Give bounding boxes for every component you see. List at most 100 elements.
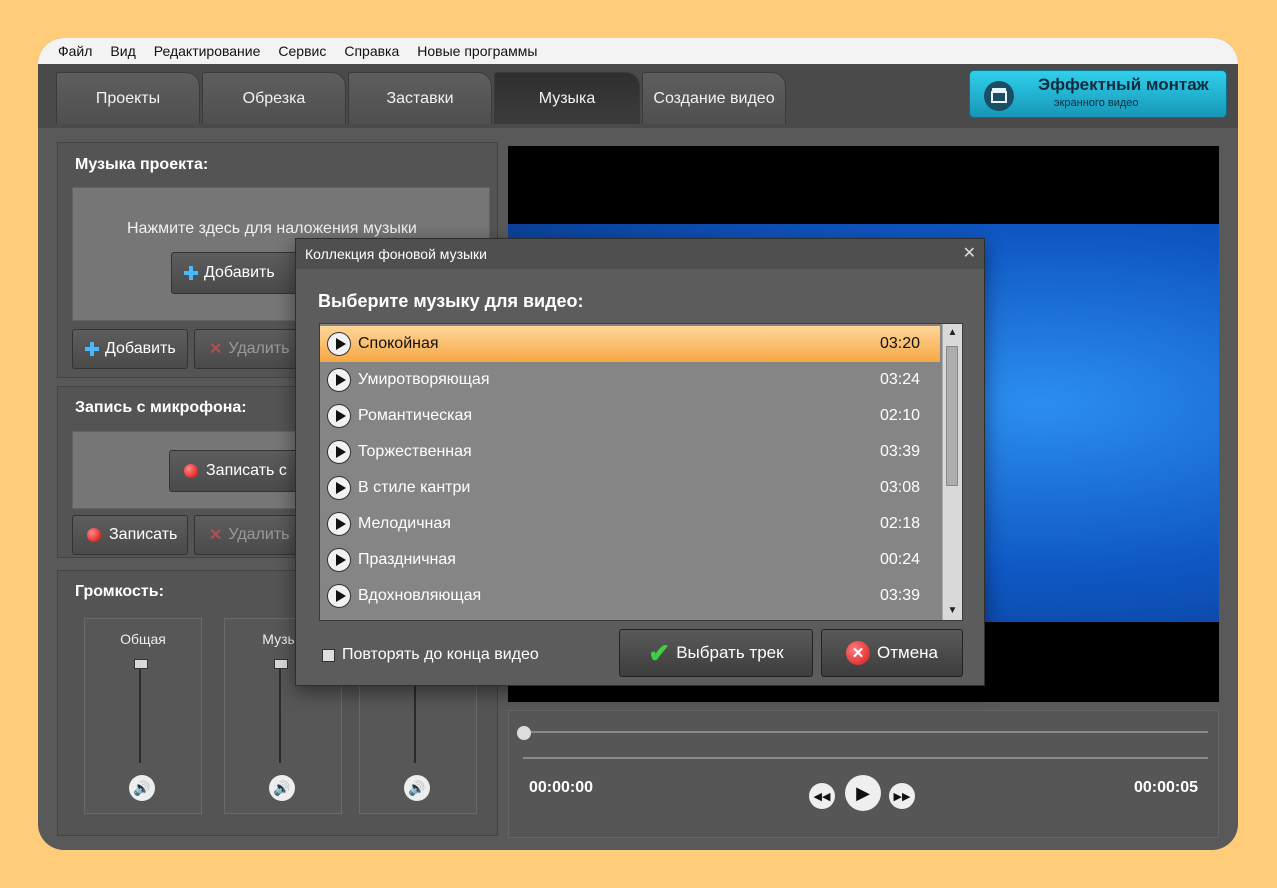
cancel-icon: ✕ bbox=[846, 641, 870, 665]
speaker-icon[interactable]: 🔊 bbox=[269, 775, 295, 801]
record-button[interactable]: Записать bbox=[72, 515, 188, 555]
menu-help[interactable]: Справка bbox=[344, 43, 399, 59]
close-icon: ✕ bbox=[209, 527, 223, 544]
checkbox-box[interactable] bbox=[322, 648, 335, 662]
previous-icon[interactable]: ◀◀ bbox=[809, 783, 835, 809]
mic-record-title: Запись с микрофона: bbox=[75, 399, 247, 416]
menu-file[interactable]: Файл bbox=[58, 43, 92, 59]
track-duration: 03:08 bbox=[879, 479, 920, 496]
delete-music-button[interactable]: ✕ Удалить bbox=[194, 329, 298, 369]
close-icon: ✕ bbox=[209, 341, 223, 358]
promo-subtitle: экранного видео bbox=[1054, 97, 1139, 109]
track-row[interactable]: Романтическая 02:10 bbox=[320, 398, 940, 434]
track-name: В стиле кантри bbox=[358, 479, 471, 496]
play-icon[interactable] bbox=[327, 512, 351, 536]
timeline-playhead[interactable] bbox=[517, 726, 531, 740]
tab-create-video[interactable]: Создание видео bbox=[642, 72, 786, 124]
select-track-label: Выбрать трек bbox=[676, 643, 784, 662]
menu-bar: Файл Вид Редактирование Сервис Справка Н… bbox=[38, 38, 1238, 64]
plus-icon bbox=[184, 266, 198, 280]
record-icon bbox=[87, 528, 101, 542]
play-icon[interactable] bbox=[327, 476, 351, 500]
tab-intros[interactable]: Заставки bbox=[348, 72, 492, 124]
track-row[interactable]: Торжественная 03:39 bbox=[320, 434, 940, 470]
timeline-track[interactable] bbox=[523, 731, 1208, 733]
track-name: Спокойная bbox=[358, 335, 439, 352]
speaker-icon[interactable]: 🔊 bbox=[129, 775, 155, 801]
promo-banner-button[interactable]: Эффектный монтаж экранного видео bbox=[969, 70, 1227, 118]
dialog-heading: Выберите музыку для видео: bbox=[318, 291, 584, 311]
track-duration: 02:10 bbox=[879, 407, 920, 424]
current-time: 00:00:00 bbox=[529, 779, 594, 796]
volume-slider-track bbox=[139, 665, 141, 763]
track-name: Торжественная bbox=[358, 443, 472, 460]
speaker-icon[interactable]: 🔊 bbox=[404, 775, 430, 801]
play-icon[interactable] bbox=[327, 332, 351, 356]
track-duration: 03:39 bbox=[879, 587, 920, 604]
track-row[interactable]: Праздничная 00:24 bbox=[320, 542, 940, 578]
track-duration: 03:20 bbox=[879, 335, 920, 352]
total-time: 00:00:05 bbox=[1133, 779, 1198, 796]
play-icon[interactable] bbox=[327, 548, 351, 572]
project-music-title: Музыка проекта: bbox=[75, 156, 209, 173]
delete-record-button[interactable]: ✕ Удалить bbox=[194, 515, 298, 555]
scrollbar-thumb[interactable] bbox=[946, 346, 958, 486]
play-icon[interactable] bbox=[327, 368, 351, 392]
cancel-button[interactable]: ✕ Отмена bbox=[821, 629, 963, 677]
menu-new-programs[interactable]: Новые программы bbox=[417, 43, 537, 59]
select-track-button[interactable]: ✔ Выбрать трек bbox=[619, 629, 813, 677]
cancel-label: Отмена bbox=[877, 643, 938, 662]
track-row[interactable]: Умиротворяющая 03:24 bbox=[320, 362, 940, 398]
tab-music[interactable]: Музыка bbox=[494, 72, 640, 124]
delete-music-label: Удалить bbox=[228, 340, 290, 357]
volume-title: Громкость: bbox=[75, 583, 164, 600]
track-row[interactable]: В стиле кантри 03:08 bbox=[320, 470, 940, 506]
delete-record-label: Удалить bbox=[228, 526, 290, 543]
track-list-scrollbar[interactable]: ▲ ▼ bbox=[942, 324, 962, 620]
record-inner-label: Записать с bbox=[206, 462, 287, 479]
dialog-title: Коллекция фоновой музыки bbox=[305, 246, 487, 262]
track-duration: 00:24 bbox=[879, 551, 920, 568]
tab-trim[interactable]: Обрезка bbox=[202, 72, 346, 124]
play-icon[interactable] bbox=[327, 440, 351, 464]
menu-view[interactable]: Вид bbox=[110, 43, 135, 59]
track-duration: 02:18 bbox=[879, 515, 920, 532]
next-icon[interactable]: ▶▶ bbox=[889, 783, 915, 809]
scroll-up-icon[interactable]: ▲ bbox=[943, 324, 962, 342]
volume-slider-handle[interactable] bbox=[134, 659, 148, 669]
track-row[interactable]: Мелодичная 02:18 bbox=[320, 506, 940, 542]
add-music-inner-button[interactable]: Добавить bbox=[171, 252, 301, 294]
menu-edit[interactable]: Редактирование bbox=[154, 43, 261, 59]
checkmark-icon: ✔ bbox=[648, 637, 671, 668]
add-music-button[interactable]: Добавить bbox=[72, 329, 188, 369]
promo-title: Эффектный монтаж bbox=[1038, 75, 1209, 94]
record-icon bbox=[184, 464, 198, 478]
menu-service[interactable]: Сервис bbox=[278, 43, 326, 59]
track-name: Мелодичная bbox=[358, 515, 451, 532]
track-name: Вдохновляющая bbox=[358, 587, 482, 604]
repeat-label: Повторять до конца видео bbox=[342, 646, 539, 663]
track-name: Романтическая bbox=[358, 407, 473, 424]
music-collection-dialog: Коллекция фоновой музыки ✕ Выберите музы… bbox=[295, 238, 985, 686]
repeat-checkbox[interactable]: Повторять до конца видео bbox=[322, 646, 539, 664]
volume-slider-handle[interactable] bbox=[274, 659, 288, 669]
record-label: Записать bbox=[109, 526, 178, 543]
play-icon[interactable] bbox=[327, 584, 351, 608]
track-list: Спокойная 03:20 Умиротворяющая 03:24 Ром… bbox=[319, 323, 963, 621]
track-row[interactable]: Вдохновляющая 03:39 bbox=[320, 578, 940, 614]
play-icon[interactable] bbox=[327, 404, 351, 428]
playback-timeline: 00:00:00 00:00:05 ◀◀ ▶ ▶▶ bbox=[508, 710, 1219, 838]
track-row[interactable]: Спокойная 03:20 bbox=[320, 326, 940, 362]
clapperboard-icon bbox=[984, 81, 1014, 111]
timeline-divider bbox=[523, 757, 1208, 759]
volume-slider-track bbox=[279, 665, 281, 763]
volume-general-label: Общая bbox=[120, 631, 166, 647]
scroll-down-icon[interactable]: ▼ bbox=[943, 602, 962, 620]
plus-icon bbox=[85, 342, 99, 356]
tab-projects[interactable]: Проекты bbox=[56, 72, 200, 124]
volume-column-general: Общая 🔊 bbox=[84, 618, 202, 814]
music-drop-hint: Нажмите здесь для наложения музыки bbox=[127, 220, 417, 237]
track-name: Праздничная bbox=[358, 551, 456, 568]
play-icon[interactable]: ▶ bbox=[845, 775, 881, 811]
close-icon[interactable]: ✕ bbox=[963, 243, 976, 263]
